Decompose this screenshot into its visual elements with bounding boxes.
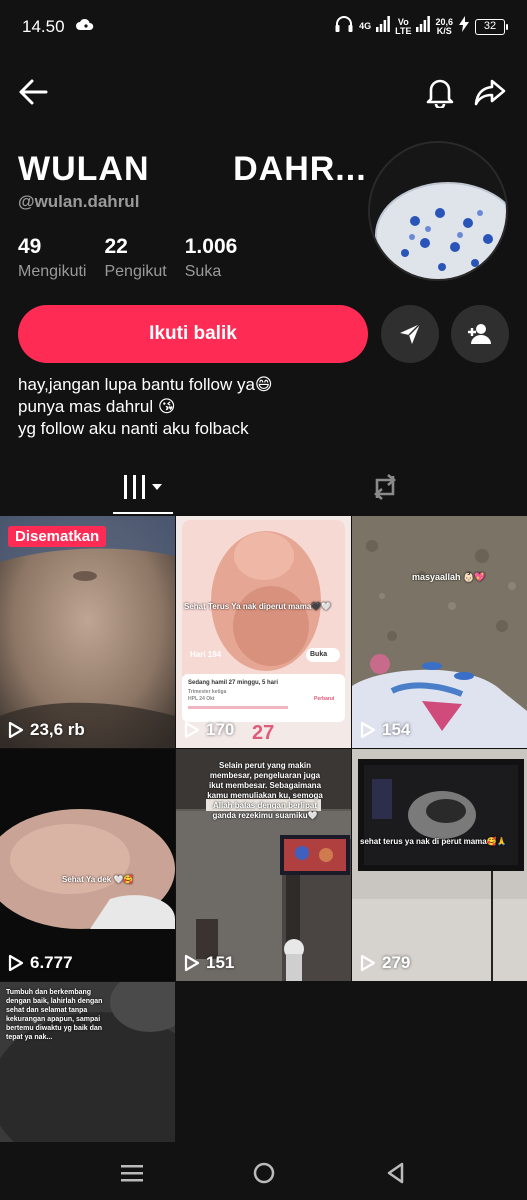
play-icon bbox=[184, 721, 200, 739]
view-count-value: 151 bbox=[206, 953, 235, 972]
video-caption: Selain perut yang makin membesar, pengel… bbox=[207, 761, 323, 820]
active-tab-indicator bbox=[113, 512, 173, 514]
share-button[interactable] bbox=[472, 74, 508, 110]
volte-label: Vo LTE bbox=[395, 16, 412, 36]
charging-bolt-icon bbox=[458, 16, 470, 37]
video-caption: masyaallah 👶🏻💖 bbox=[412, 572, 486, 582]
view-count-value: 170 bbox=[206, 720, 235, 739]
home-circle-icon bbox=[253, 1162, 275, 1184]
status-bar: 14.50 4G Vo LTE 20,6 K/S 32 bbox=[0, 0, 527, 56]
profile-bio: hay,jangan lupa bantu follow ya😄 punya m… bbox=[18, 374, 273, 440]
pinned-badge: Disematkan bbox=[8, 526, 107, 547]
recent-apps-button[interactable] bbox=[117, 1158, 147, 1188]
cloud-notification-icon bbox=[76, 18, 94, 37]
avatar-image bbox=[370, 143, 506, 279]
add-friend-button[interactable] bbox=[451, 305, 509, 363]
network-4g-label: 4G bbox=[359, 21, 372, 31]
back-triangle-icon bbox=[387, 1162, 404, 1184]
video-thumbnail[interactable]: Selain perut yang makin membesar, pengel… bbox=[176, 749, 351, 981]
app-week-number: 27 bbox=[252, 722, 275, 744]
bio-line: punya mas dahrul 😘 bbox=[18, 397, 176, 416]
back-button[interactable] bbox=[15, 74, 51, 110]
back-nav-button[interactable] bbox=[380, 1158, 410, 1188]
video-thumbnail[interactable]: sehat terus ya nak di perut mama🥰🙏 279 bbox=[352, 749, 527, 981]
video-thumbnail[interactable]: Tumbuh dan berkembang dengan baik, lahir… bbox=[0, 982, 175, 1142]
view-count: 151 bbox=[184, 953, 234, 973]
profile-name: WULAN DAHR... bbox=[18, 150, 367, 188]
bio-line: yg follow aku nanti aku folback bbox=[18, 419, 249, 438]
stat-following-label: Mengikuti bbox=[18, 263, 87, 280]
video-caption: Sehat Ya dek 🤍🥰 bbox=[62, 875, 134, 884]
tab-reposts[interactable] bbox=[355, 460, 415, 514]
grid-videos-icon bbox=[124, 475, 162, 499]
tab-videos[interactable] bbox=[113, 460, 173, 514]
bell-icon bbox=[426, 79, 454, 108]
stat-likes[interactable]: 1.006 Suka bbox=[185, 235, 238, 281]
stat-followers-value: 22 bbox=[104, 235, 128, 258]
app-day-label: Hari 194 bbox=[190, 650, 222, 659]
profile-handle: @wulan.dahrul bbox=[18, 192, 140, 211]
view-count: 154 bbox=[360, 720, 410, 740]
view-count-value: 6.777 bbox=[30, 953, 73, 972]
home-button[interactable] bbox=[249, 1158, 279, 1188]
stat-followers-label: Pengikut bbox=[104, 263, 167, 280]
signal-strength-2-icon bbox=[416, 16, 431, 37]
signal-strength-icon bbox=[376, 16, 391, 37]
play-icon bbox=[360, 954, 376, 972]
avatar[interactable] bbox=[368, 141, 508, 281]
video-thumbnail-image bbox=[352, 516, 527, 748]
stat-likes-label: Suka bbox=[184, 263, 222, 280]
view-count: 6.777 bbox=[8, 953, 73, 973]
follow-back-button[interactable]: Ikuti balik bbox=[18, 305, 368, 363]
android-nav-bar bbox=[0, 1142, 527, 1200]
stat-following-value: 49 bbox=[18, 235, 42, 258]
video-thumbnail[interactable]: masyaallah 👶🏻💖 154 bbox=[352, 516, 527, 748]
stat-likes-value: 1.006 bbox=[184, 235, 238, 258]
video-thumbnail[interactable]: Disematkan 23,6 rb bbox=[0, 516, 175, 748]
message-button[interactable] bbox=[381, 305, 439, 363]
profile-stats: 49 Mengikuti 22 Pengikut 1.006 Suka bbox=[18, 235, 255, 281]
status-time: 14.50 bbox=[22, 17, 65, 36]
video-caption: sehat terus ya nak di perut mama🥰🙏 bbox=[360, 837, 507, 846]
video-caption: Tumbuh dan berkembang dengan baik, lahir… bbox=[6, 989, 103, 1041]
view-count: 279 bbox=[360, 953, 410, 973]
status-right-cluster: 4G Vo LTE 20,6 K/S 32 bbox=[334, 15, 508, 38]
app-open-button: Buka bbox=[310, 651, 328, 658]
video-thumbnail-image bbox=[352, 749, 527, 981]
network-speed-label: 20,6 K/S bbox=[435, 16, 453, 36]
video-thumbnail[interactable]: Sehat Terus Ya nak diperut mama🖤🤍 Hari 1… bbox=[176, 516, 351, 748]
video-thumbnail-image bbox=[176, 516, 351, 748]
view-count-value: 279 bbox=[382, 953, 411, 972]
headphones-icon bbox=[334, 15, 354, 38]
add-user-icon bbox=[468, 324, 491, 344]
video-thumbnail[interactable]: Sehat Ya dek 🤍🥰 6.777 bbox=[0, 749, 175, 981]
battery-indicator: 32 bbox=[475, 18, 508, 35]
send-icon bbox=[400, 323, 421, 344]
view-count-value: 23,6 rb bbox=[30, 720, 85, 739]
play-icon bbox=[8, 954, 24, 972]
video-caption: Sehat Terus Ya nak diperut mama🖤🤍 bbox=[184, 602, 332, 611]
menu-lines-icon bbox=[121, 1165, 143, 1182]
share-arrow-icon bbox=[474, 79, 506, 106]
arrow-left-icon bbox=[19, 79, 48, 105]
play-icon bbox=[184, 954, 200, 972]
play-icon bbox=[360, 721, 376, 739]
top-nav bbox=[0, 66, 527, 116]
stat-followers[interactable]: 22 Pengikut bbox=[104, 235, 166, 281]
app-due-date-label: HPL 24 Okt bbox=[188, 696, 215, 702]
bio-line: hay,jangan lupa bantu follow ya😄 bbox=[18, 375, 273, 394]
repost-icon bbox=[373, 474, 397, 500]
notification-button[interactable] bbox=[422, 74, 458, 110]
content-tabs bbox=[0, 460, 527, 514]
stat-following[interactable]: 49 Mengikuti bbox=[18, 235, 86, 281]
view-count-value: 154 bbox=[382, 720, 411, 739]
view-count: 170 bbox=[184, 720, 234, 740]
app-update-link: Perbarui bbox=[314, 696, 335, 702]
view-count: 23,6 rb bbox=[8, 720, 85, 740]
video-thumbnail-image bbox=[0, 516, 175, 748]
video-thumbnail-image bbox=[0, 749, 175, 981]
play-icon bbox=[8, 721, 24, 739]
